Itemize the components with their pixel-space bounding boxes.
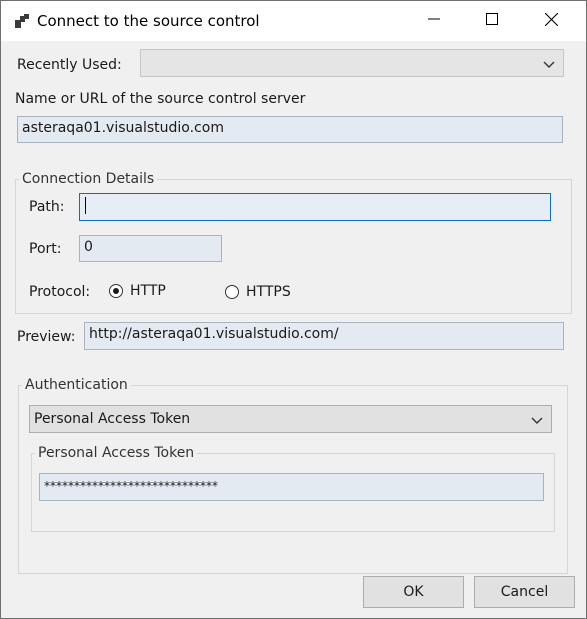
port-label: Port:: [29, 241, 62, 257]
text-caret: [85, 197, 86, 214]
path-input[interactable]: [79, 193, 551, 221]
close-icon: [544, 12, 558, 30]
app-icon: [15, 14, 29, 28]
radio-unselected-icon: [225, 285, 239, 299]
protocol-label: Protocol:: [29, 284, 91, 300]
chevron-down-icon: [531, 414, 543, 424]
minimize-button[interactable]: [411, 1, 457, 41]
preview-value: http://asteraqa01.visualstudio.com/: [89, 326, 339, 342]
minimize-icon: [428, 13, 440, 29]
radio-https-label: HTTPS: [246, 284, 291, 300]
ok-button-label: OK: [403, 584, 424, 600]
ok-button[interactable]: OK: [363, 576, 464, 608]
radio-https[interactable]: HTTPS: [225, 284, 291, 300]
authentication-legend: Authentication: [25, 377, 128, 393]
radio-http-label: HTTP: [130, 283, 166, 299]
title-bar[interactable]: Connect to the source control: [1, 1, 586, 41]
window-title: Connect to the source control: [37, 12, 260, 30]
preview-label: Preview:: [17, 329, 76, 345]
radio-selected-icon: [109, 284, 123, 298]
recently-used-label: Recently Used:: [17, 57, 122, 73]
token-legend: Personal Access Token: [38, 445, 195, 461]
connection-details-legend: Connection Details: [22, 171, 155, 187]
preview-field: http://asteraqa01.visualstudio.com/: [84, 322, 564, 350]
cancel-button[interactable]: Cancel: [474, 576, 575, 608]
path-label: Path:: [29, 199, 65, 215]
close-button[interactable]: [528, 1, 574, 41]
token-input[interactable]: *****************************: [39, 473, 544, 501]
auth-method-value: Personal Access Token: [34, 411, 191, 427]
maximize-icon: [486, 13, 498, 29]
chevron-down-icon: [543, 58, 555, 68]
cancel-button-label: Cancel: [500, 584, 549, 600]
maximize-button[interactable]: [469, 1, 515, 41]
port-value: 0: [84, 239, 93, 255]
token-value: *****************************: [44, 479, 218, 493]
auth-method-dropdown[interactable]: Personal Access Token: [29, 405, 552, 433]
radio-http[interactable]: HTTP: [109, 283, 166, 299]
port-input[interactable]: 0: [79, 235, 222, 262]
server-url-input[interactable]: asteraqa01.visualstudio.com: [17, 116, 563, 143]
connect-dialog: Connect to the source control Recently U…: [0, 0, 587, 619]
server-label: Name or URL of the source control server: [15, 91, 306, 107]
server-url-value: asteraqa01.visualstudio.com: [22, 120, 224, 136]
recently-used-dropdown[interactable]: [140, 49, 564, 77]
